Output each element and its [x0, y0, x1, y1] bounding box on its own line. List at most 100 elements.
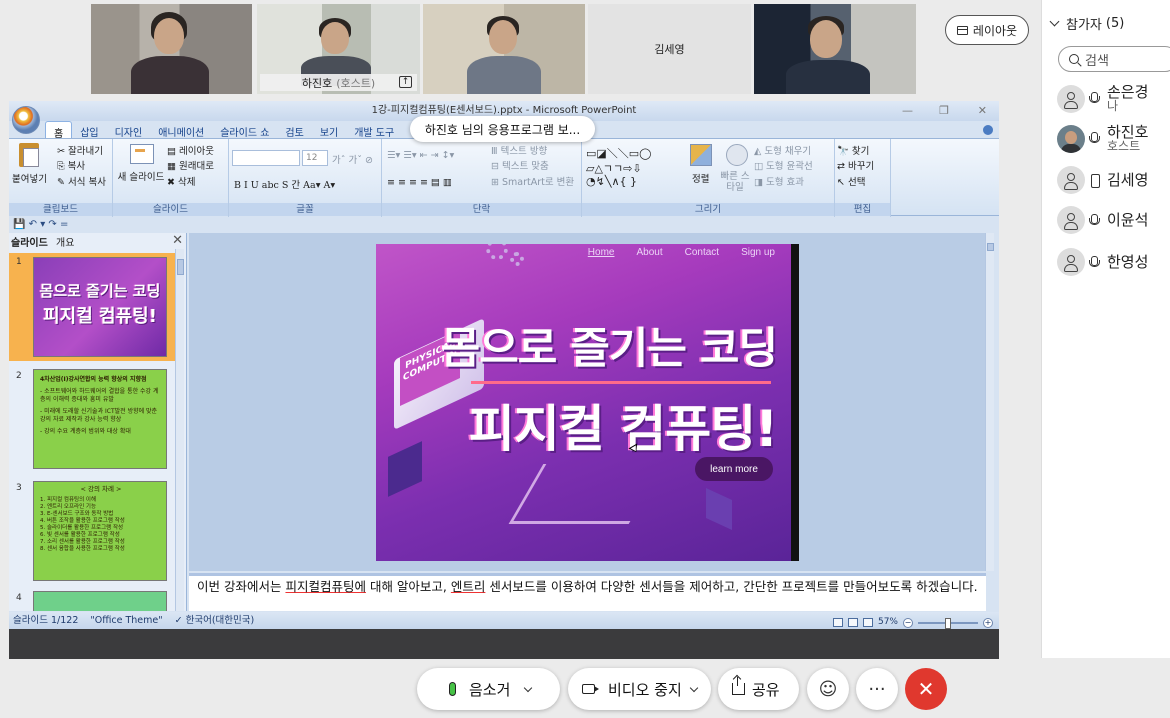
theme-name: "Office Theme" — [90, 615, 163, 626]
participant-row[interactable]: 이윤석 — [1057, 206, 1148, 234]
end-call-button[interactable]: ✕ — [905, 668, 947, 710]
slide-title-line1: 몸으로 즐기는 코딩 — [440, 324, 778, 374]
delete-slide-button[interactable]: ✖ 삭제 — [167, 174, 195, 188]
shape-fill-button[interactable]: ◭ 도형 채우기 — [754, 143, 811, 157]
copy-button[interactable]: ⎘ 복사 — [57, 158, 85, 172]
shapes-gallery-row2[interactable]: ▱△ㄱㄱ⇨⇩ — [586, 160, 642, 176]
participant-row[interactable]: 손은경 나 — [1057, 84, 1148, 113]
shape-effects-button[interactable]: ◨ 도형 효과 — [754, 174, 804, 188]
slide-thumbnail-row[interactable]: 2 4차산업(I)강사연합의 능력 향상의 지향점 - 소프트웨어와 하드웨어의… — [9, 367, 179, 473]
find-button[interactable]: 🔭 찾기 — [837, 143, 869, 157]
new-slide-button[interactable]: 새 슬라이드 — [116, 169, 166, 183]
font-name-box[interactable] — [232, 150, 300, 166]
participants-header[interactable]: 참가자 (5) — [1049, 14, 1124, 33]
list-buttons[interactable]: ☰▾ ☰▾ ⇤ ⇥ ↕▾ — [387, 150, 454, 161]
minimize-icon[interactable]: — — [902, 101, 913, 121]
slide-thumbnail-row[interactable]: 4 — [9, 589, 179, 611]
tab-insert[interactable]: 삽입 — [72, 121, 106, 139]
participant-row[interactable]: 김세영 — [1057, 166, 1148, 194]
participant-name: 김세영 — [1107, 171, 1149, 189]
pane-tab-outline[interactable]: 개요 — [56, 234, 74, 249]
restore-icon[interactable]: ❐ — [939, 101, 949, 121]
chevron-down-icon[interactable] — [524, 683, 533, 692]
close-icon[interactable]: ✕ — [978, 101, 987, 121]
smartart-button[interactable]: ⊞ SmartArt로 변환 — [491, 174, 574, 188]
font-style-buttons[interactable]: B I U abc S 간 Aa▾ A▾ — [234, 177, 335, 191]
tab-slideshow[interactable]: 슬라이드 쇼 — [212, 121, 277, 139]
zoom-in-icon[interactable]: + — [983, 617, 993, 628]
slideshow-view-icon[interactable] — [862, 618, 873, 627]
thumb-line: 5. 슬라이더를 활용한 프로그램 작성 — [40, 525, 124, 531]
tab-home[interactable]: 홈 — [45, 121, 73, 140]
shape-outline-button[interactable]: ◫ 도형 윤곽선 — [754, 158, 813, 172]
font-size-box[interactable]: 12 — [302, 150, 328, 166]
tab-design[interactable]: 디자인 — [107, 121, 151, 139]
slide-thumbnail[interactable]: 몸으로 즐기는 코딩 피지컬 컴퓨팅! — [33, 257, 167, 357]
zoom-level[interactable]: 57% — [878, 614, 898, 631]
slide-thumbnail[interactable]: 4차산업(I)강사연합의 능력 향상의 지향점 - 소프트웨어와 하드웨어의 결… — [33, 369, 167, 469]
slide-thumbnail-row[interactable]: 1 몸으로 즐기는 코딩 피지컬 컴퓨팅! — [9, 253, 179, 361]
sorter-view-icon[interactable] — [847, 618, 858, 627]
more-button[interactable]: ··· — [856, 668, 898, 710]
gear-decoration — [486, 244, 508, 260]
participant-sub: 호스트 — [1107, 139, 1141, 153]
slide-canvas[interactable]: Home About Contact Sign up PHYSICAL COMP… — [376, 244, 799, 561]
slide-thumbnail[interactable]: < 강의 차례 > 1. 피지컬 컴퓨팅의 이해 2. 엔트리 오프라인 기능 … — [33, 481, 167, 581]
select-button[interactable]: ↖ 선택 — [837, 174, 865, 188]
pane-scrollbar[interactable] — [175, 249, 184, 611]
layout-button[interactable]: 레이아웃 — [945, 15, 1029, 45]
slide-editing-area[interactable]: Home About Contact Sign up PHYSICAL COMP… — [189, 233, 994, 571]
participant-row[interactable]: 하진호 호스트 — [1057, 124, 1148, 153]
paste-button[interactable]: 붙여넣기 — [12, 171, 47, 185]
stop-video-button[interactable]: 비디오 중지 — [568, 668, 711, 710]
video-tile-3[interactable] — [423, 4, 585, 94]
video-tile-host[interactable]: 하진호 (호스트) ↑ — [257, 4, 420, 94]
slide-thumbnail-row[interactable]: 3 < 강의 차례 > 1. 피지컬 컴퓨팅의 이해 2. 엔트리 오프라인 기… — [9, 479, 179, 585]
replace-button[interactable]: ⇄ 바꾸기 — [837, 158, 874, 172]
tab-view[interactable]: 보기 — [312, 121, 346, 139]
normal-view-icon[interactable] — [832, 618, 843, 627]
layout-dropdown[interactable]: ▤ 레이아웃 — [167, 143, 214, 157]
tab-animation[interactable]: 애니메이션 — [150, 121, 212, 139]
quick-styles-button[interactable]: 빠른 스타일 — [718, 171, 752, 193]
video-tile-5[interactable] — [754, 4, 916, 94]
font-grow-buttons[interactable]: 가ˆ 가ˇ ⊘ — [332, 152, 373, 166]
share-button[interactable]: 공유 — [718, 668, 799, 710]
window-title: 1강-피지컬컴퓨팅(E센서보드).pptx - Microsoft PowerP… — [371, 105, 637, 116]
shapes-gallery-row3[interactable]: ◔↯╲∧{ } — [586, 175, 637, 188]
participant-row[interactable]: 한영성 — [1057, 248, 1148, 276]
reset-button[interactable]: ▦ 원래대로 — [167, 158, 214, 172]
close-icon[interactable]: ✕ — [172, 234, 183, 248]
tab-developer[interactable]: 개발 도구 — [346, 121, 402, 139]
tab-review[interactable]: 검토 — [277, 121, 311, 139]
participant-search-input[interactable]: 검색 — [1058, 46, 1170, 72]
chevron-down-icon[interactable] — [689, 683, 699, 692]
cut-button[interactable]: ✂ 잘라내기 — [57, 143, 103, 157]
align-buttons[interactable]: ≡ ≡ ≡ ≡ ▤ ▥ — [387, 177, 452, 188]
quick-access-toolbar[interactable]: 💾 ↶ ▾ ↷ = — [9, 217, 999, 233]
help-icon[interactable] — [983, 125, 993, 135]
zoom-slider[interactable] — [918, 617, 978, 629]
video-tile-1[interactable] — [91, 4, 252, 94]
slide-number: 1 — [16, 257, 22, 267]
new-slide-icon — [130, 144, 154, 164]
scroll-thumb[interactable] — [177, 259, 184, 275]
participant-sub: 나 — [1107, 99, 1119, 113]
notes-pane[interactable]: 이번 강좌에서는 피지컬컴퓨팅에 대해 알아보고, 엔트리 센서보드를 이용하여… — [189, 573, 986, 611]
text-align-button[interactable]: ⊟ 텍스트 맞춤 — [491, 158, 549, 172]
slide-thumbnail[interactable] — [33, 591, 167, 611]
arrange-button[interactable]: 정렬 — [692, 171, 709, 185]
mic-icon — [1089, 92, 1100, 105]
video-tile-4[interactable]: 김세영 — [588, 4, 751, 94]
stage-scrollbar[interactable] — [985, 233, 994, 571]
office-button-icon[interactable] — [12, 106, 40, 134]
format-painter-button[interactable]: ✎ 서식 복사 — [57, 174, 106, 188]
pane-tab-slides[interactable]: 슬라이드 — [11, 234, 48, 249]
participant-name: 이윤석 — [1107, 211, 1149, 229]
reaction-button[interactable]: ☺ — [807, 668, 849, 710]
zoom-out-icon[interactable]: − — [903, 617, 913, 628]
scroll-thumb[interactable] — [987, 243, 994, 251]
text-direction-button[interactable]: Ⅲ 텍스트 방향 — [491, 143, 547, 157]
shapes-gallery[interactable]: ▭◪＼＼▭◯ — [586, 145, 652, 161]
mute-button[interactable]: 음소거 — [417, 668, 560, 710]
